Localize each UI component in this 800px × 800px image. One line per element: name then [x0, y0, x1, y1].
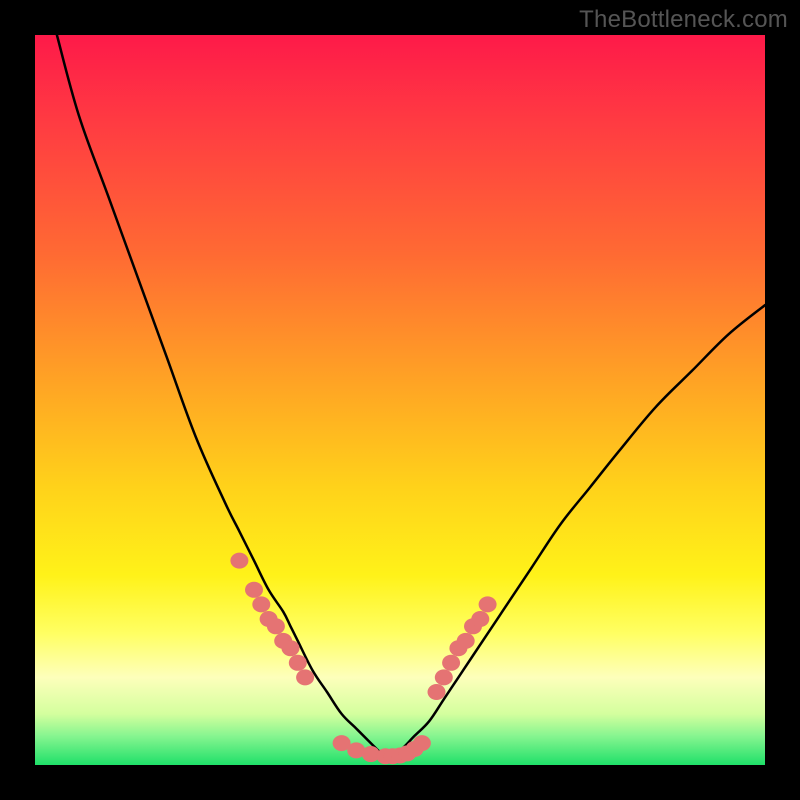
- marker-point: [471, 611, 489, 627]
- watermark-text: TheBottleneck.com: [579, 6, 788, 34]
- marker-point: [435, 669, 453, 685]
- marker-layer: [230, 553, 496, 765]
- chart-frame: TheBottleneck.com: [0, 0, 800, 800]
- marker-point: [282, 640, 300, 656]
- marker-point: [428, 684, 446, 700]
- marker-point: [413, 735, 431, 751]
- marker-point: [230, 553, 248, 569]
- marker-point: [267, 618, 285, 634]
- marker-point: [245, 582, 263, 598]
- plot-area: [35, 35, 765, 765]
- marker-point: [442, 655, 460, 671]
- marker-point: [457, 633, 475, 649]
- marker-point: [252, 596, 270, 612]
- marker-point: [479, 596, 497, 612]
- curve-layer: [57, 35, 765, 758]
- marker-point: [289, 655, 307, 671]
- chart-svg: [35, 35, 765, 765]
- curve-left-curve: [57, 35, 386, 758]
- marker-point: [296, 669, 314, 685]
